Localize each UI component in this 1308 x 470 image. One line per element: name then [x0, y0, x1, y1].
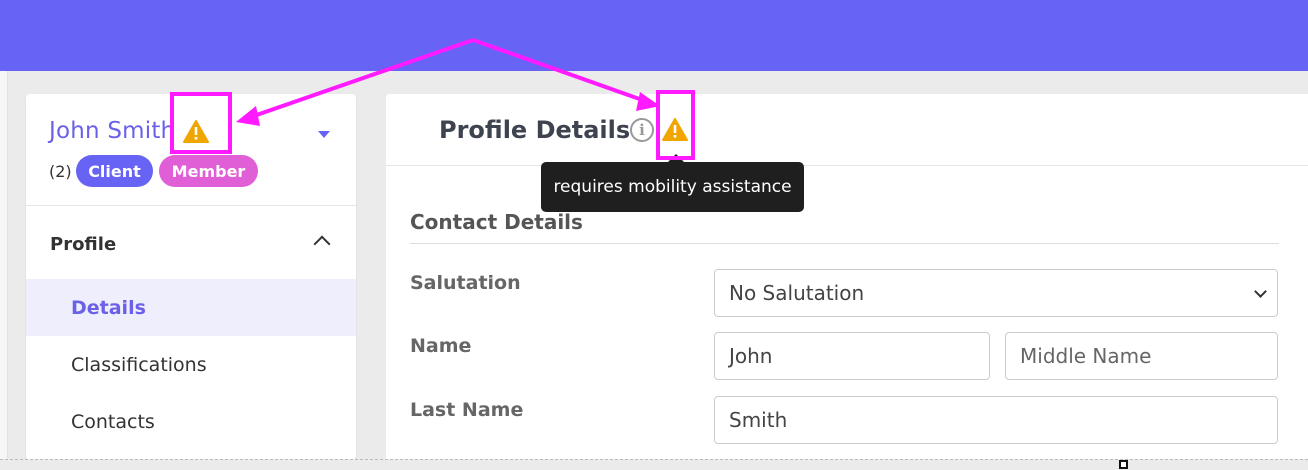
chevron-up-icon[interactable]	[313, 235, 331, 253]
first-name-input[interactable]: John	[714, 332, 990, 380]
top-bar	[0, 0, 1308, 71]
related-count: (2)	[49, 162, 72, 181]
last-name-value: Smith	[729, 408, 788, 432]
chevron-down-icon	[1254, 285, 1267, 298]
name-label: Name	[410, 335, 472, 357]
salutation-select[interactable]: No Salutation	[714, 269, 1278, 317]
annotation-box	[170, 92, 232, 154]
warning-tooltip: requires mobility assistance	[541, 162, 804, 212]
salutation-label: Salutation	[410, 272, 521, 294]
divider	[410, 243, 1279, 244]
annotation-box	[656, 90, 695, 160]
sidebar-item-classifications[interactable]: Classifications	[26, 336, 356, 393]
bottom-edge	[0, 459, 1308, 470]
section-title: Profile	[50, 234, 117, 255]
member-badge: Member	[159, 155, 258, 187]
resize-handle[interactable]	[1119, 460, 1128, 469]
info-icon[interactable]: i	[630, 118, 654, 142]
sidebar-item-contacts[interactable]: Contacts	[26, 393, 356, 450]
main-panel: Profile Details i Contact Details Saluta…	[386, 94, 1308, 460]
salutation-value: No Salutation	[729, 281, 865, 305]
client-badge: Client	[76, 155, 153, 187]
first-name-value: John	[729, 344, 773, 368]
middle-name-input[interactable]: Middle Name	[1005, 332, 1278, 380]
tooltip-text: requires mobility assistance	[553, 177, 792, 197]
person-name[interactable]: John Smith	[49, 118, 175, 144]
caret-down-icon[interactable]	[318, 131, 330, 138]
profile-section-header[interactable]: Profile	[26, 206, 356, 279]
contact-details-heading: Contact Details	[410, 210, 583, 234]
main-header: Profile Details i	[386, 94, 1308, 166]
page-title: Profile Details	[439, 116, 631, 144]
middle-name-placeholder: Middle Name	[1020, 344, 1152, 368]
sidebar-item-label: Details	[71, 296, 146, 319]
left-edge-panel	[0, 71, 8, 470]
last-name-input[interactable]: Smith	[714, 396, 1278, 444]
sidebar-item-label: Classifications	[71, 353, 207, 376]
last-name-label: Last Name	[410, 399, 524, 421]
sidebar-item-details[interactable]: Details	[26, 279, 356, 336]
sidebar-item-label: Contacts	[71, 410, 155, 433]
